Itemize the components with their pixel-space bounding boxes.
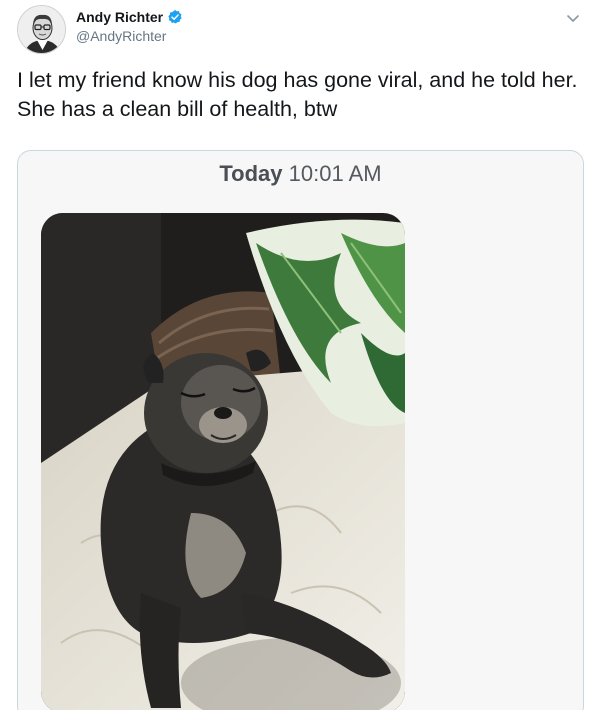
timestamp-day: Today — [219, 161, 283, 186]
tweet-card: Andy Richter @AndyRichter I let my frien… — [0, 0, 595, 710]
name-row: Andy Richter — [76, 9, 183, 25]
handle[interactable]: @AndyRichter — [76, 28, 183, 44]
timestamp-time: 10:01 AM — [288, 161, 382, 186]
avatar[interactable] — [17, 5, 66, 54]
dog-photo[interactable] — [41, 213, 405, 710]
tweet-media[interactable]: Today 10:01 AM — [17, 150, 584, 710]
author-block: Andy Richter @AndyRichter — [76, 9, 183, 44]
message-timestamp: Today 10:01 AM — [18, 161, 583, 187]
chevron-down-icon[interactable] — [565, 10, 581, 26]
display-name[interactable]: Andy Richter — [76, 9, 163, 25]
tweet-text: I let my friend know his dog has gone vi… — [17, 68, 578, 121]
verified-badge-icon — [167, 9, 183, 25]
